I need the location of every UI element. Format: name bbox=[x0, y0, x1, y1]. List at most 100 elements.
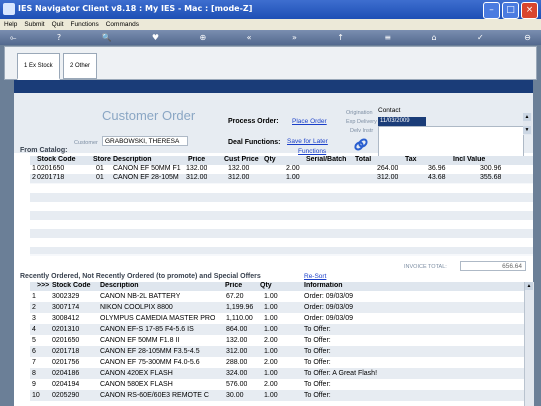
information: Order: 09/03/09 bbox=[304, 293, 354, 300]
stock-code: 3002329 bbox=[52, 293, 80, 300]
table-row[interactable]: 2 3007174 NIKON COOLPIX 8800 1,199.96 1.00 Or… bbox=[30, 302, 525, 313]
place-order-link[interactable]: Place Order bbox=[292, 118, 327, 125]
description: CANON EF-S 17-85 F4-5.6 IS bbox=[100, 326, 194, 333]
row-index: 4 bbox=[32, 326, 36, 333]
col-cust-price: Cust Price bbox=[224, 156, 259, 163]
tab-ex-stock[interactable]: 1 Ex Stock bbox=[17, 53, 60, 80]
description: OLYMPUS CAMEDIA MASTER PRO bbox=[100, 315, 216, 322]
qty: 1.00 bbox=[264, 293, 278, 300]
stock-code: 0201310 bbox=[52, 326, 80, 333]
delv-instr-label: Delv Instr bbox=[350, 128, 374, 134]
stock-code: 0201756 bbox=[52, 359, 80, 366]
catalog-table: Stock Code Store Description Price Cust … bbox=[30, 156, 533, 256]
stock-code: 0205290 bbox=[52, 392, 80, 399]
scroll-up-icon[interactable]: ▲ bbox=[525, 282, 533, 290]
back-icon[interactable]: ⟜ bbox=[10, 33, 16, 43]
qty: 1.00 bbox=[264, 370, 278, 377]
menu-help[interactable]: Help bbox=[4, 19, 17, 30]
table-row[interactable]: 10 0205290 CANON RS-60E/60E3 REMOTE C 30.00… bbox=[30, 390, 525, 401]
check-icon[interactable]: ✓ bbox=[477, 33, 484, 42]
search-icon[interactable]: 🔍 bbox=[102, 33, 112, 42]
contact-scrollbar[interactable]: ▲ ▼ bbox=[523, 113, 532, 135]
re-sort-link[interactable]: Re-Sort bbox=[304, 273, 326, 280]
tab-other[interactable]: 2 Other bbox=[63, 53, 98, 79]
row-index: 2 bbox=[32, 304, 36, 311]
price: 864.00 bbox=[226, 326, 248, 333]
recent-header-row: >>> Stock Code Description Price Qty Inf… bbox=[30, 282, 525, 291]
row-index: 6 bbox=[32, 348, 36, 355]
price: 1,110.00 bbox=[226, 315, 253, 322]
tab-strip: 1 Ex Stock 2 Other bbox=[4, 46, 537, 80]
table-row[interactable]: 6 0201718 CANON EF 28-105MM F3.5-4.5 312.00… bbox=[30, 346, 525, 357]
incl-value: 300.96 bbox=[480, 165, 502, 172]
store: 01 bbox=[96, 165, 104, 172]
table-row[interactable]: 1 3002329 CANON NB-2L BATTERY 67.20 1.00 Orde… bbox=[30, 291, 525, 302]
link-icon[interactable] bbox=[353, 137, 369, 153]
table-row[interactable]: 3 3008412 OLYMPUS CAMEDIA MASTER PRO 1,110.… bbox=[30, 313, 525, 324]
close-icon[interactable]: × bbox=[521, 2, 538, 19]
table-row[interactable]: 2 0201718 01 CANON EF 28-105M 312.00 312… bbox=[30, 174, 533, 183]
description: NIKON COOLPIX 8800 bbox=[100, 304, 173, 311]
description: CANON 580EX FLASH bbox=[100, 381, 173, 388]
cust-price: 132.00 bbox=[228, 165, 250, 172]
maximize-icon[interactable]: □ bbox=[502, 2, 519, 19]
price: 1,199.96 bbox=[226, 304, 254, 311]
information: To Offer: bbox=[304, 359, 331, 366]
add-icon[interactable]: ⊕ bbox=[199, 33, 206, 42]
contact-scroll-down-icon[interactable]: ▼ bbox=[523, 126, 531, 134]
menu-submit[interactable]: Submit bbox=[24, 19, 44, 30]
table-row[interactable]: 7 0201756 CANON EF 75-300MM F4.0-5.6 288.00… bbox=[30, 357, 525, 368]
price: 67.20 bbox=[226, 293, 244, 300]
description: CANON EF 50MM F1 bbox=[113, 165, 181, 172]
qty: 1.00 bbox=[264, 315, 278, 322]
description: CANON EF 75-300MM F4.0-5.6 bbox=[100, 359, 200, 366]
table-row[interactable]: 1 0201650 01 CANON EF 50MM F1 132.00 132… bbox=[30, 165, 533, 174]
row-index: 3 bbox=[32, 315, 36, 322]
delivery-date-field[interactable]: 11/03/2009 bbox=[378, 117, 426, 126]
origination-label: Origination bbox=[346, 110, 373, 116]
save-for-later-link[interactable]: Save for Later bbox=[287, 138, 328, 145]
minus-icon[interactable]: ⊖ bbox=[524, 33, 531, 42]
information: To Offer: bbox=[304, 326, 331, 333]
qty: 1.00 bbox=[264, 392, 278, 399]
table-row[interactable]: 4 0201310 CANON EF-S 17-85 F4-5.6 IS 864.00… bbox=[30, 324, 525, 335]
row-index: 10 bbox=[32, 392, 40, 399]
information: To Offer: bbox=[304, 348, 331, 355]
left-gutter bbox=[4, 80, 14, 406]
stock-code: 3008412 bbox=[52, 315, 80, 322]
contact-scroll-up-icon[interactable]: ▲ bbox=[523, 113, 531, 121]
catalog-title: From Catalog: bbox=[20, 147, 68, 154]
up-icon[interactable]: ↑ bbox=[337, 33, 344, 42]
help-icon[interactable]: ? bbox=[57, 33, 61, 42]
stock-code: 3007174 bbox=[52, 304, 80, 311]
table-row[interactable]: 9 0204194 CANON 580EX FLASH 576.00 2.00 To Of… bbox=[30, 379, 525, 390]
menu-quit[interactable]: Quit bbox=[52, 19, 64, 30]
menu-commands[interactable]: Commands bbox=[106, 19, 139, 30]
col-information: Information bbox=[304, 282, 343, 289]
qty: 2.00 bbox=[264, 359, 278, 366]
home-icon[interactable]: ⌂ bbox=[432, 33, 437, 42]
page-title: Customer Order bbox=[102, 108, 196, 123]
favorite-icon[interactable]: ♥ bbox=[152, 33, 159, 42]
menu-functions[interactable]: Functions bbox=[71, 19, 99, 30]
customer-field[interactable]: GRABOWSKI, THERESA bbox=[102, 136, 188, 146]
minimize-icon[interactable]: – bbox=[483, 2, 500, 19]
price: 132.00 bbox=[226, 337, 248, 344]
functions-link[interactable]: Functions bbox=[298, 148, 326, 155]
customer-label: Customer bbox=[74, 140, 98, 146]
description: CANON EF 50MM F1.8 II bbox=[100, 337, 180, 344]
price: 288.00 bbox=[226, 359, 248, 366]
total: 312.00 bbox=[377, 174, 399, 181]
recent-scrollbar[interactable]: ▲ bbox=[524, 282, 534, 406]
table-row[interactable]: 5 0201650 CANON EF 50MM F1.8 II 132.00 2.00 T… bbox=[30, 335, 525, 346]
col-incl-value: Incl Value bbox=[453, 156, 486, 163]
col-stock-code: Stock Code bbox=[37, 156, 76, 163]
description: CANON EF 28-105MM F3.5-4.5 bbox=[100, 348, 200, 355]
table-row[interactable]: 8 0204186 CANON 420EX FLASH 324.00 1.00 To Of… bbox=[30, 368, 525, 379]
forward-icon[interactable]: » bbox=[292, 33, 297, 42]
list-icon[interactable]: ≡ bbox=[384, 33, 391, 42]
information: To Offer: bbox=[304, 337, 331, 344]
rewind-icon[interactable]: « bbox=[247, 33, 252, 42]
stock-code: 0201718 bbox=[37, 174, 65, 181]
app-icon bbox=[3, 3, 15, 15]
